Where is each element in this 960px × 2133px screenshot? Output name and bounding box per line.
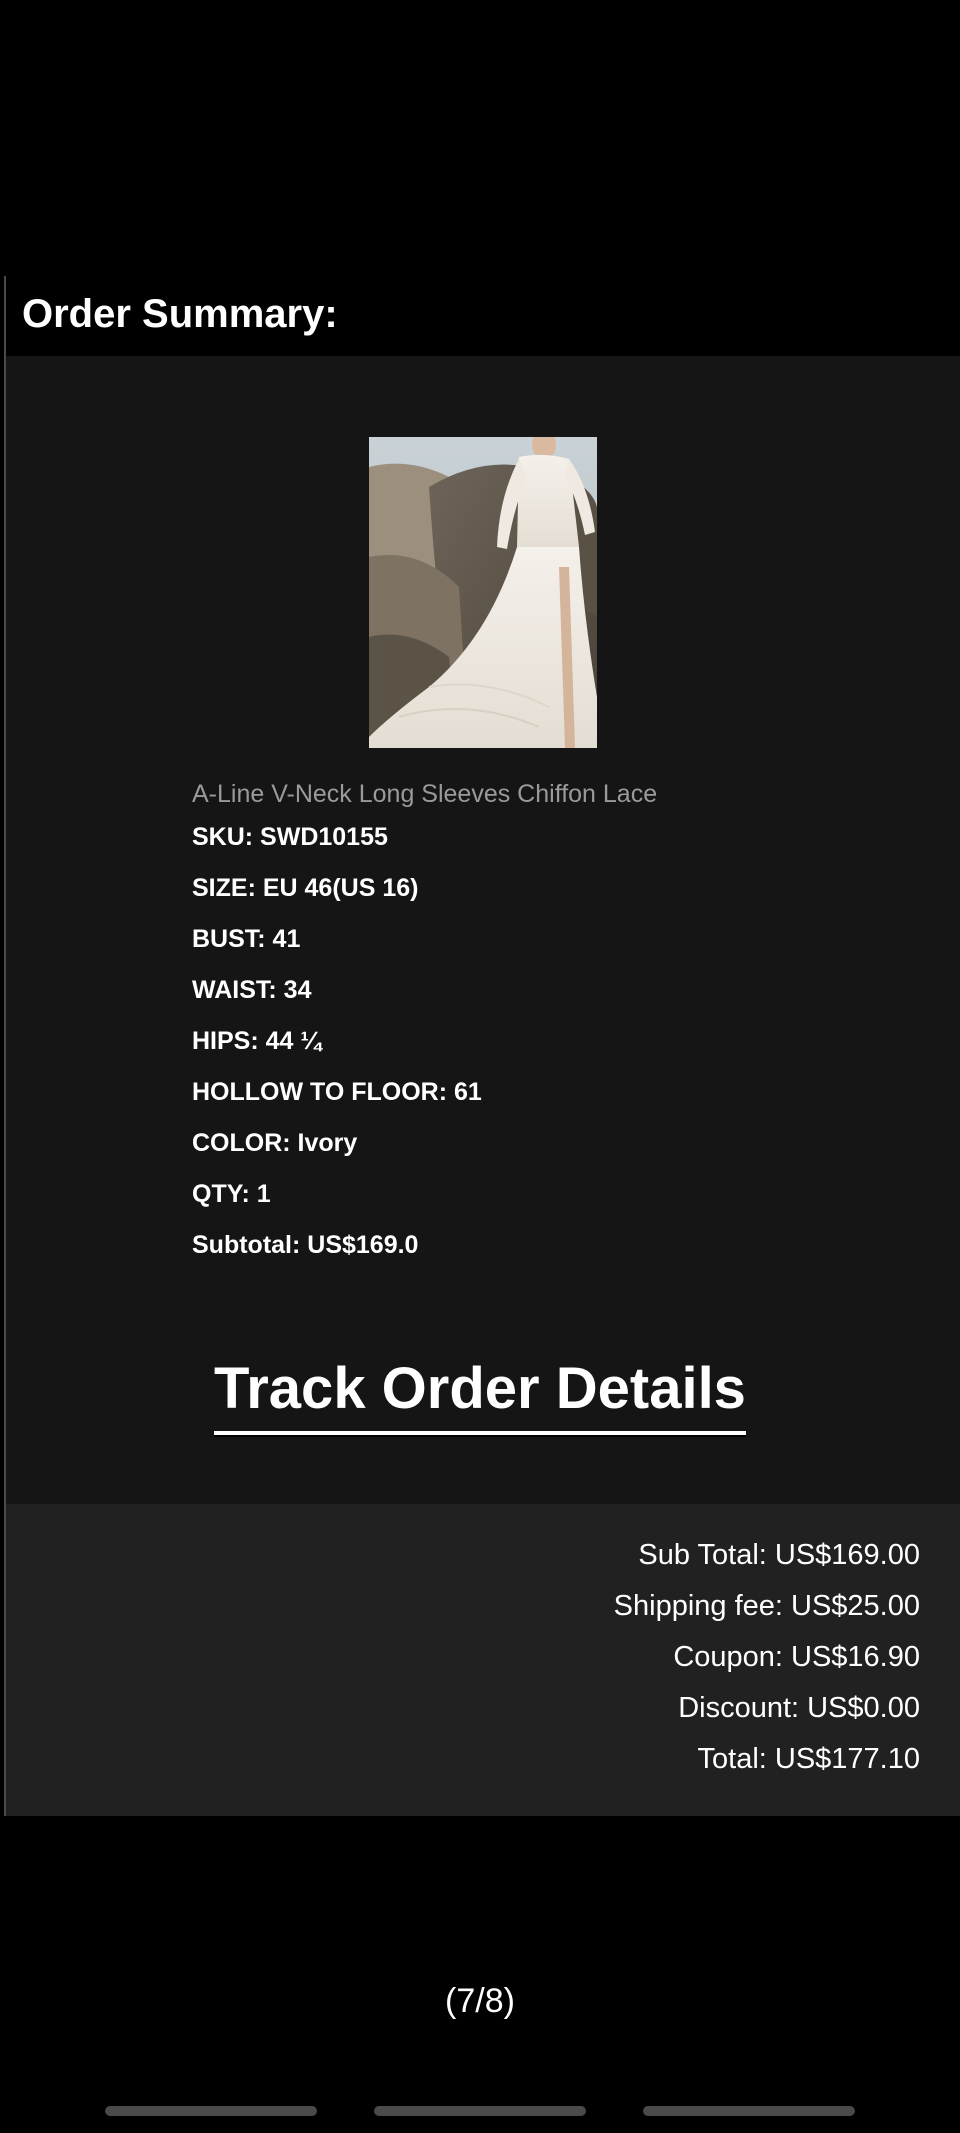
totals-list: Sub Total: US$169.00 Shipping fee: US$25… bbox=[614, 1530, 920, 1785]
discount-line: Discount: US$0.00 bbox=[678, 1692, 920, 1724]
item-details: A-Line V-Neck Long Sleeves Chiffon Lace … bbox=[192, 776, 892, 1271]
gesture-bar-right[interactable] bbox=[643, 2106, 855, 2116]
item-subtotal-line: Subtotal: US$169.0 bbox=[192, 1231, 419, 1259]
track-order-details-link[interactable]: Track Order Details bbox=[214, 1356, 746, 1435]
order-summary-title: Order Summary: bbox=[22, 292, 338, 336]
shipping-fee-line: Shipping fee: US$25.00 bbox=[613, 1590, 920, 1622]
hips-line: HIPS: 44 ¼ bbox=[192, 1027, 322, 1055]
sub-total-line: Sub Total: US$169.00 bbox=[638, 1539, 920, 1571]
waist-line: WAIST: 34 bbox=[192, 976, 312, 1004]
size-line: SIZE: EU 46(US 16) bbox=[192, 874, 419, 902]
bust-line: BUST: 41 bbox=[192, 925, 301, 953]
gesture-bar-center[interactable] bbox=[374, 2106, 586, 2116]
dress-photo-illustration bbox=[369, 437, 597, 748]
product-name[interactable]: A-Line V-Neck Long Sleeves Chiffon Lace bbox=[192, 776, 892, 812]
hollow-to-floor-line: HOLLOW TO FLOOR: 61 bbox=[192, 1078, 482, 1106]
page-indicator: (7/8) bbox=[445, 1982, 515, 2020]
coupon-line: Coupon: US$16.90 bbox=[673, 1641, 920, 1673]
product-image[interactable] bbox=[369, 437, 597, 748]
grand-total-line: Total: US$177.10 bbox=[697, 1743, 920, 1775]
order-totals-panel: Sub Total: US$169.00 Shipping fee: US$25… bbox=[6, 1504, 960, 1816]
order-summary-header: Order Summary: bbox=[6, 276, 960, 356]
qty-line: QTY: 1 bbox=[192, 1180, 271, 1208]
gesture-bar-left[interactable] bbox=[105, 2106, 317, 2116]
color-line: COLOR: Ivory bbox=[192, 1129, 358, 1157]
order-items-panel: A-Line V-Neck Long Sleeves Chiffon Lace … bbox=[6, 356, 960, 1504]
sku-line: SKU: SWD10155 bbox=[192, 823, 388, 851]
